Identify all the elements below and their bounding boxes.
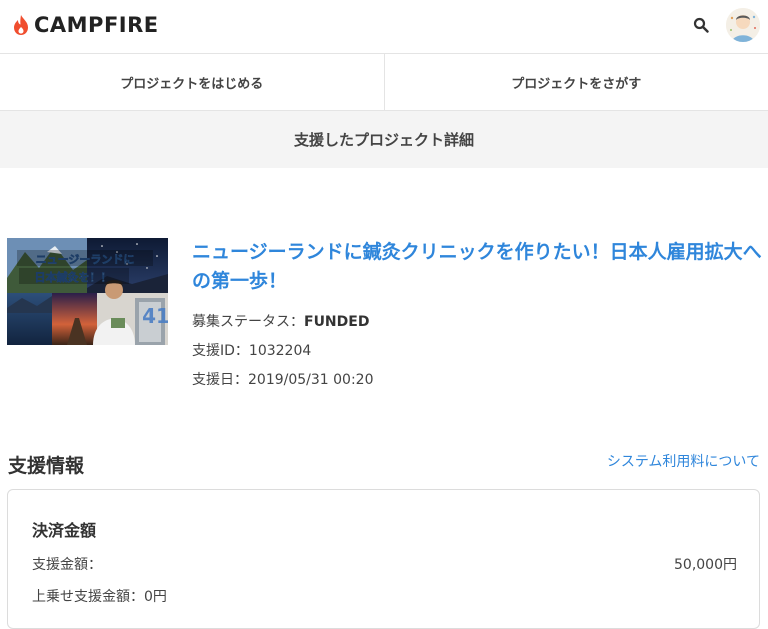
main-nav: プロジェクトをはじめる プロジェクトをさがす [0,54,768,111]
nav-start-project[interactable]: プロジェクトをはじめる [0,54,384,110]
thumbnail-caption-1: ニュージーランドに [36,253,135,266]
support-id: 支援ID：1032204 [192,341,311,361]
support-amount-value: 50,000円 [674,554,737,574]
page-title: 支援したプロジェクト詳細 [0,111,768,168]
payment-amount-heading: 決済金額 [32,517,96,541]
thumbnail-number: 41 [142,304,168,328]
project-title-link[interactable]: ニュージーランドに鍼灸クリニックを作りたい！日本人雇用拡大への第一歩！ [192,238,762,296]
user-avatar[interactable] [726,8,760,42]
avatar-icon [726,8,760,42]
flame-icon [12,14,30,36]
support-date: 支援日：2019/05/31 00:20 [192,370,374,390]
campfire-logo[interactable]: CAMPFIRE [12,12,159,38]
project-status: 募集ステータス：FUNDED [192,312,369,332]
status-value: FUNDED [304,314,369,330]
logo-text: CAMPFIRE [34,13,159,37]
extra-support-amount: 上乗せ支援金額：0円 [32,586,167,606]
thumbnail-image: ニュージーランドに 日本鍼灸を！！ 41 [7,238,168,345]
support-amount-label: 支援金額： [32,554,102,574]
system-fee-link[interactable]: システム利用料について [607,451,760,471]
search-icon [693,17,709,33]
nav-find-project[interactable]: プロジェクトをさがす [384,54,768,110]
search-button[interactable] [690,14,712,36]
top-header: CAMPFIRE [0,0,768,54]
project-thumbnail[interactable]: ニュージーランドに 日本鍼灸を！！ 41 [7,238,168,345]
payment-card: 決済金額 支援金額： 50,000円 上乗せ支援金額：0円 [7,489,760,629]
thumbnail-caption-2: 日本鍼灸を！！ [35,270,112,284]
status-label: 募集ステータス： [192,314,304,330]
support-info-heading: 支援情報 [8,451,84,478]
